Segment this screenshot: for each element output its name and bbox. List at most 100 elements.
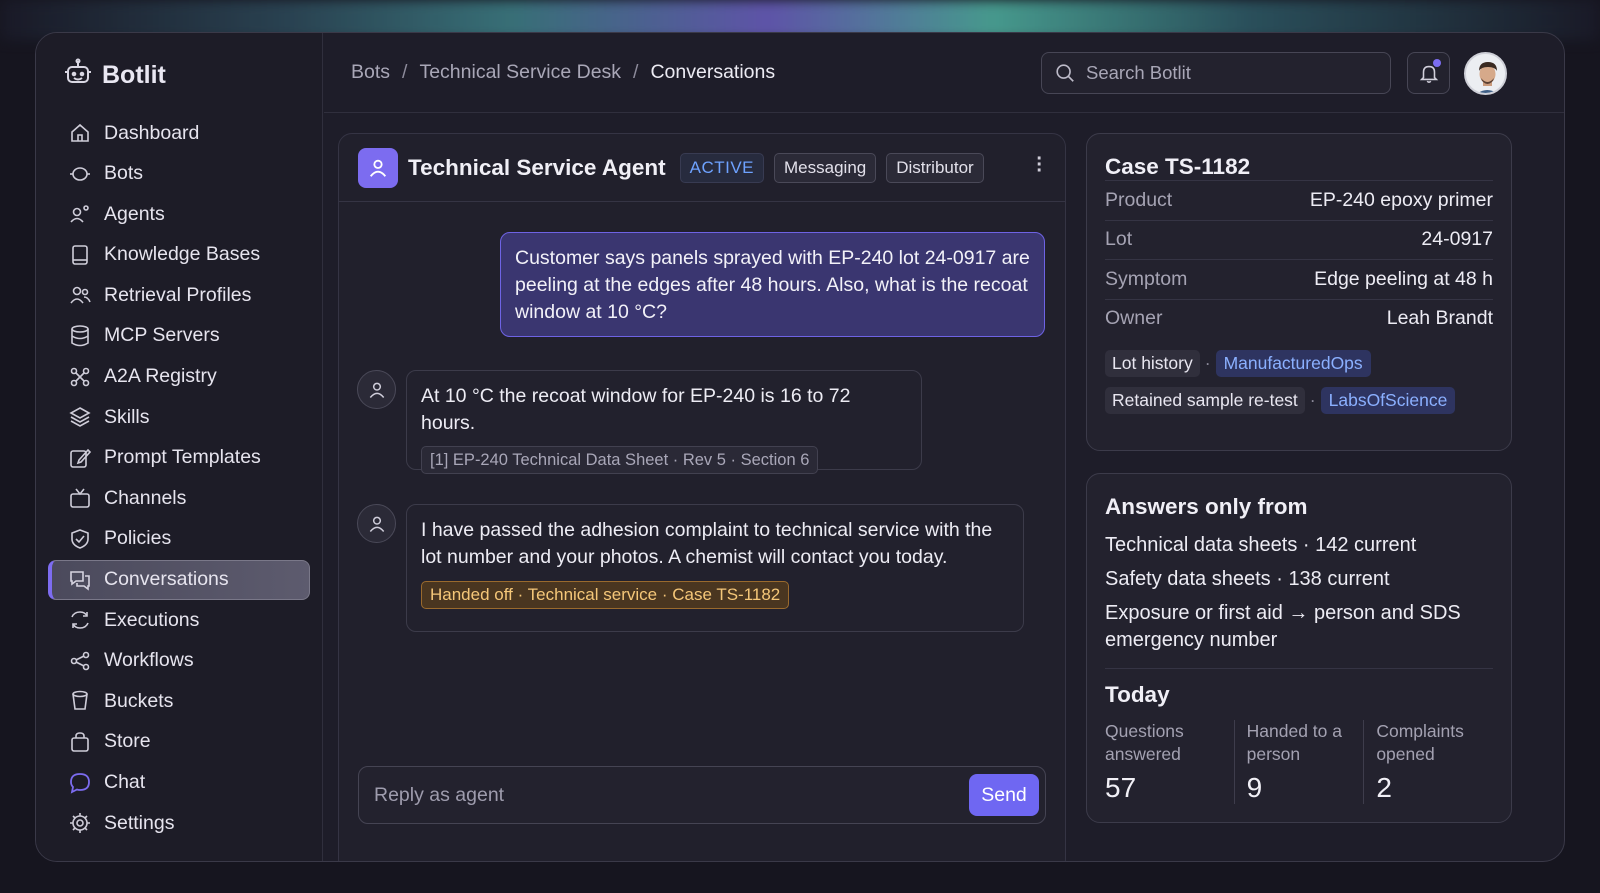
separator-dot: · bbox=[1204, 352, 1211, 373]
handoff-badge[interactable]: Handed off · Technical service · Case TS… bbox=[421, 581, 790, 609]
sidebar-item-label: A2A Registry bbox=[104, 365, 217, 388]
field-key: Owner bbox=[1105, 307, 1163, 330]
bucket-icon bbox=[72, 691, 88, 711]
book-icon bbox=[72, 244, 88, 265]
sidebar-item-store[interactable]: Store bbox=[48, 722, 310, 762]
sidebar-item-label: Workflows bbox=[104, 649, 194, 672]
case-card: Case TS-1182 Product EP-240 epoxy primer… bbox=[1086, 133, 1512, 451]
sidebar-item-mcp-servers[interactable]: MCP Servers bbox=[48, 316, 310, 356]
breadcrumb: Bots / Technical Service Desk / Conversa… bbox=[351, 61, 775, 84]
send-button[interactable]: Send bbox=[969, 774, 1039, 816]
sidebar: Botlit Dashboard Bots Agents Knowledge B… bbox=[36, 33, 323, 861]
sidebar-item-executions[interactable]: Executions bbox=[48, 600, 310, 640]
answers-title: Answers only from bbox=[1105, 494, 1308, 519]
sidebar-item-a2a-registry[interactable]: A2A Registry bbox=[48, 357, 310, 397]
sidebar-item-label: Chat bbox=[104, 771, 146, 793]
notifications-button[interactable] bbox=[1407, 52, 1450, 94]
sidebar-item-chat[interactable]: Chat bbox=[48, 763, 310, 803]
sidebar-item-skills[interactable]: Skills bbox=[48, 397, 310, 437]
sidebar-item-policies[interactable]: Policies bbox=[48, 519, 310, 559]
source-link[interactable]: LabsOfScience bbox=[1320, 386, 1456, 414]
layers-icon bbox=[69, 407, 91, 428]
sidebar-item-label: Store bbox=[104, 730, 151, 753]
gear-icon bbox=[70, 813, 90, 834]
sidebar-item-settings[interactable]: Settings bbox=[48, 803, 310, 843]
breadcrumb-separator: / bbox=[402, 61, 408, 83]
task-chip[interactable]: Retained sample re-test bbox=[1105, 386, 1305, 414]
field-key: Symptom bbox=[1105, 267, 1188, 290]
separator-dot: · bbox=[1309, 389, 1316, 410]
sidebar-item-label: Prompt Templates bbox=[104, 446, 261, 469]
sidebar-item-buckets[interactable]: Buckets bbox=[48, 681, 310, 721]
search-placeholder: Search Botlit bbox=[1086, 62, 1191, 83]
breadcrumb-technical-service-desk[interactable]: Technical Service Desk bbox=[419, 61, 621, 84]
source-list: Technical data sheets · 142 current Safe… bbox=[1105, 532, 1493, 654]
source-item: Technical data sheets · 142 current bbox=[1105, 534, 1417, 556]
bot-avatar bbox=[357, 504, 396, 543]
sidebar-item-label: Buckets bbox=[104, 689, 174, 712]
agents-icon bbox=[70, 205, 89, 223]
stat-value: 57 bbox=[1105, 772, 1137, 803]
bot-message-text: I have passed the adhesion complaint to … bbox=[421, 519, 993, 568]
agent-avatar bbox=[358, 147, 398, 188]
stat-label: Complaints opened bbox=[1376, 721, 1464, 764]
stat-label: Questions answered bbox=[1105, 721, 1184, 764]
sidebar-item-retrieval-profiles[interactable]: Retrieval Profiles bbox=[48, 275, 310, 315]
citation-chip[interactable]: [1] EP-240 Technical Data Sheet · Rev 5 … bbox=[421, 446, 819, 474]
database-icon bbox=[71, 325, 89, 347]
edit-icon bbox=[70, 448, 92, 468]
sidebar-item-label: Retrieval Profiles bbox=[104, 283, 252, 306]
sidebar-item-label: Skills bbox=[104, 405, 150, 428]
home-icon bbox=[71, 123, 89, 142]
case-field-lot: Lot 24-0917 bbox=[1105, 219, 1493, 260]
sidebar-item-label: Policies bbox=[104, 527, 172, 550]
task-chip[interactable]: Lot history bbox=[1105, 349, 1200, 377]
share-icon bbox=[70, 651, 90, 671]
sidebar-item-workflows[interactable]: Workflows bbox=[48, 641, 310, 681]
field-value: 24-0917 bbox=[1421, 228, 1493, 251]
case-field-owner: Owner Leah Brandt bbox=[1105, 298, 1493, 339]
source-item: Exposure or first aid → person and SDS e… bbox=[1105, 602, 1461, 651]
answers-card: Answers only from Technical data sheets … bbox=[1086, 473, 1512, 823]
brand[interactable]: Botlit bbox=[62, 57, 166, 94]
sidebar-item-label: Settings bbox=[104, 811, 175, 834]
field-key: Lot bbox=[1105, 228, 1133, 251]
status-badge: ACTIVE bbox=[679, 152, 765, 183]
bot-message-text: At 10 °C the recoat window for EP-240 is… bbox=[421, 385, 851, 434]
sidebar-item-agents[interactable]: Agents bbox=[48, 194, 310, 234]
sidebar-item-label: Executions bbox=[104, 608, 200, 631]
sidebar-item-conversations[interactable]: Conversations bbox=[48, 559, 310, 600]
conversation-header: Technical Service Agent ACTIVE Messaging… bbox=[339, 134, 1065, 202]
brand-name: Botlit bbox=[102, 61, 166, 89]
network-icon bbox=[70, 367, 90, 386]
source-link[interactable]: ManufacturedOps bbox=[1215, 349, 1371, 377]
stat-label: Handed to a person bbox=[1246, 721, 1342, 764]
sidebar-item-bots[interactable]: Bots bbox=[48, 154, 310, 194]
case-link-lot-history: Lot history · ManufacturedOps bbox=[1105, 348, 1493, 378]
divider bbox=[1105, 668, 1493, 669]
case-field-product: Product EP-240 epoxy primer bbox=[1105, 180, 1493, 220]
reply-input[interactable]: Reply as agent Send bbox=[358, 766, 1046, 824]
more-options-icon[interactable]: · · · bbox=[1036, 149, 1043, 181]
sidebar-item-dashboard[interactable]: Dashboard bbox=[48, 113, 310, 153]
channel-tag: Messaging bbox=[774, 152, 877, 183]
stat-complaints-opened: Complaints opened 2 bbox=[1363, 720, 1493, 804]
bot-message: I have passed the adhesion complaint to … bbox=[406, 504, 1024, 632]
breadcrumb-bots[interactable]: Bots bbox=[351, 61, 390, 84]
sidebar-item-label: MCP Servers bbox=[104, 324, 220, 347]
avatar[interactable] bbox=[1464, 52, 1507, 95]
sidebar-item-prompt-templates[interactable]: Prompt Templates bbox=[48, 438, 310, 478]
search-icon bbox=[1056, 64, 1074, 82]
bag-icon bbox=[71, 732, 89, 752]
sidebar-item-knowledge-bases[interactable]: Knowledge Bases bbox=[48, 235, 310, 275]
field-key: Product bbox=[1105, 188, 1173, 211]
field-value: Leah Brandt bbox=[1386, 307, 1493, 330]
person-icon bbox=[369, 382, 384, 398]
breadcrumb-separator: / bbox=[633, 61, 639, 83]
stat-value: 2 bbox=[1376, 772, 1392, 803]
sidebar-item-label: Knowledge Bases bbox=[104, 243, 261, 266]
sidebar-item-channels[interactable]: Channels bbox=[48, 478, 310, 518]
sidebar-item-label: Agents bbox=[104, 202, 165, 225]
search-input[interactable]: Search Botlit bbox=[1041, 52, 1391, 94]
reply-placeholder: Reply as agent bbox=[374, 783, 505, 806]
